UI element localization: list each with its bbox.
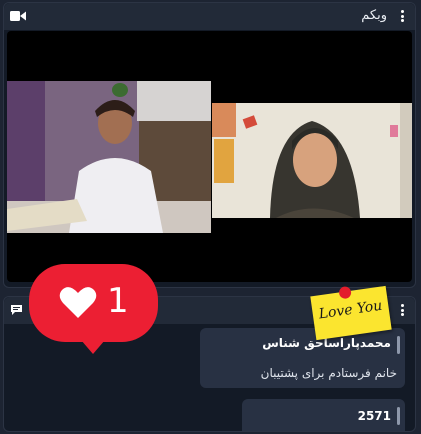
- message-accent-bar: [397, 336, 400, 354]
- message-sender: 2571: [357, 409, 391, 423]
- heart-reaction-badge: 1: [29, 264, 158, 354]
- student-video-feed: [7, 81, 211, 233]
- webcam-header: وبکم: [4, 3, 415, 30]
- pin-icon: [338, 285, 352, 300]
- video-area: [7, 31, 412, 282]
- webcam-title: وبکم: [361, 8, 387, 23]
- chat-message: محمدپاراساحق شناس خانم فرستادم برای پشتی…: [200, 328, 405, 388]
- webcam-menu-button[interactable]: [397, 8, 407, 24]
- message-accent-bar: [397, 407, 400, 425]
- teacher-video-feed: [212, 103, 412, 218]
- chat-icon: [11, 305, 22, 315]
- message-text: خانم فرستادم برای پشتیبان: [260, 366, 397, 380]
- chat-menu-button[interactable]: [397, 302, 407, 318]
- webcam-panel: وبکم: [3, 2, 416, 288]
- sticker-text: Love You: [317, 297, 384, 323]
- chat-message: 2571: [242, 399, 405, 431]
- heart-count: 1: [107, 281, 129, 321]
- heart-icon: [59, 287, 97, 318]
- video-camera-icon: [10, 11, 26, 21]
